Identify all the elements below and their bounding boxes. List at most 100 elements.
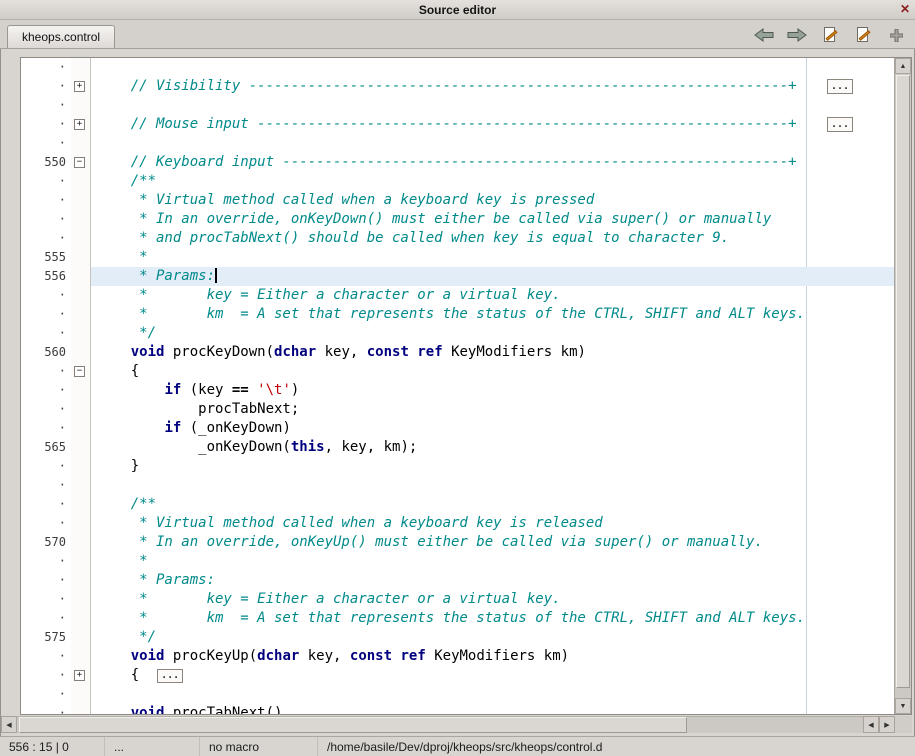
code-line[interactable]: · bbox=[21, 134, 894, 153]
code-text[interactable]: * bbox=[91, 248, 894, 267]
nav-forward-button[interactable] bbox=[786, 25, 808, 45]
code-line[interactable]: · procTabNext; bbox=[21, 400, 894, 419]
code-line[interactable]: · if (_onKeyDown) bbox=[21, 419, 894, 438]
code-text[interactable]: if (_onKeyDown) bbox=[91, 419, 894, 438]
scroll-left-button[interactable]: ◀ bbox=[1, 716, 17, 733]
code-text[interactable] bbox=[91, 685, 894, 704]
code-line[interactable]: · bbox=[21, 476, 894, 495]
code-text[interactable]: /** bbox=[91, 495, 894, 514]
code-text[interactable]: if (key == '\t') bbox=[91, 381, 894, 400]
collapsed-fold-ellipsis[interactable]: ... bbox=[827, 79, 853, 94]
fold-collapse-icon[interactable]: − bbox=[74, 157, 85, 168]
horizontal-scroll-track[interactable] bbox=[17, 716, 863, 733]
close-icon[interactable]: ✕ bbox=[900, 2, 910, 16]
code-line[interactable]: · * key = Either a character or a virtua… bbox=[21, 286, 894, 305]
code-line[interactable]: · * bbox=[21, 552, 894, 571]
code-line[interactable]: 555 * bbox=[21, 248, 894, 267]
fold-gutter-cell bbox=[71, 343, 91, 362]
code-text[interactable]: void procKeyUp(dchar key, const ref KeyM… bbox=[91, 647, 894, 666]
code-line[interactable]: · bbox=[21, 685, 894, 704]
vertical-scrollbar[interactable]: ▲ ▼ bbox=[894, 58, 911, 714]
fold-expand-icon[interactable]: + bbox=[74, 670, 85, 681]
code-text[interactable]: * key = Either a character or a virtual … bbox=[91, 286, 894, 305]
document-edit-alt-button[interactable] bbox=[852, 25, 874, 45]
code-line[interactable]: 556 * Params: bbox=[21, 267, 894, 286]
code-line[interactable]: 565 _onKeyDown(this, key, km); bbox=[21, 438, 894, 457]
code-text[interactable]: * and procTabNext() should be called whe… bbox=[91, 229, 894, 248]
code-text[interactable] bbox=[91, 58, 894, 77]
dock-handle[interactable] bbox=[885, 25, 907, 45]
titlebar[interactable]: Source editor ✕ bbox=[0, 0, 915, 20]
code-line[interactable]: ·+ // Mouse input ----------------------… bbox=[21, 115, 894, 134]
code-text[interactable]: * In an override, onKeyDown() must eithe… bbox=[91, 210, 894, 229]
document-edit-button[interactable] bbox=[819, 25, 841, 45]
code-text[interactable]: * Params: bbox=[91, 571, 894, 590]
code-text[interactable]: {... bbox=[91, 666, 894, 685]
code-text[interactable]: void procTabNext() bbox=[91, 704, 894, 714]
code-line[interactable]: · * key = Either a character or a virtua… bbox=[21, 590, 894, 609]
collapsed-fold-ellipsis[interactable]: ... bbox=[827, 117, 853, 132]
collapsed-fold-ellipsis[interactable]: ... bbox=[157, 669, 183, 683]
code-text[interactable]: * Params: bbox=[91, 267, 894, 286]
code-text[interactable] bbox=[91, 476, 894, 495]
code-text[interactable]: void procKeyDown(dchar key, const ref Ke… bbox=[91, 343, 894, 362]
code-line[interactable]: 575 */ bbox=[21, 628, 894, 647]
code-line[interactable]: · bbox=[21, 58, 894, 77]
code-line[interactable]: · } bbox=[21, 457, 894, 476]
code-line[interactable]: · void procTabNext() bbox=[21, 704, 894, 714]
code-text[interactable]: */ bbox=[91, 628, 894, 647]
fold-collapse-icon[interactable]: − bbox=[74, 366, 85, 377]
code-line[interactable]: · * km = A set that represents the statu… bbox=[21, 305, 894, 324]
scroll-right-button[interactable]: ▶ bbox=[879, 716, 895, 733]
code-text[interactable]: * Virtual method called when a keyboard … bbox=[91, 191, 894, 210]
code-line[interactable]: · if (key == '\t') bbox=[21, 381, 894, 400]
horizontal-scrollbar[interactable]: ◀ ◀ ▶ bbox=[1, 716, 912, 733]
code-line[interactable]: 550− // Keyboard input -----------------… bbox=[21, 153, 894, 172]
code-line[interactable]: · /** bbox=[21, 172, 894, 191]
code-line[interactable]: ·− { bbox=[21, 362, 894, 381]
code-line[interactable]: · * In an override, onKeyDown() must eit… bbox=[21, 210, 894, 229]
code-line[interactable]: · bbox=[21, 96, 894, 115]
code-token: // Mouse input -------------------------… bbox=[97, 116, 797, 132]
code-text[interactable]: * Virtual method called when a keyboard … bbox=[91, 514, 894, 533]
code-editor[interactable]: ··+ // Visibility ----------------------… bbox=[21, 58, 894, 714]
code-text[interactable]: _onKeyDown(this, key, km); bbox=[91, 438, 894, 457]
code-line[interactable]: · */ bbox=[21, 324, 894, 343]
fold-expand-icon[interactable]: + bbox=[74, 81, 85, 92]
code-text[interactable]: * In an override, onKeyUp() must either … bbox=[91, 533, 894, 552]
code-text[interactable]: /** bbox=[91, 172, 894, 191]
code-text[interactable]: { bbox=[91, 362, 894, 381]
nav-back-button[interactable] bbox=[753, 25, 775, 45]
code-text[interactable]: * km = A set that represents the status … bbox=[91, 609, 894, 628]
code-token: == bbox=[232, 382, 249, 398]
code-line[interactable]: · * Params: bbox=[21, 571, 894, 590]
code-line[interactable]: · void procKeyUp(dchar key, const ref Ke… bbox=[21, 647, 894, 666]
code-text[interactable]: * key = Either a character or a virtual … bbox=[91, 590, 894, 609]
code-text[interactable]: * bbox=[91, 552, 894, 571]
code-text[interactable] bbox=[91, 134, 894, 153]
fold-expand-icon[interactable]: + bbox=[74, 119, 85, 130]
code-text[interactable] bbox=[91, 96, 894, 115]
code-line[interactable]: ·+ {... bbox=[21, 666, 894, 685]
vertical-scroll-thumb[interactable] bbox=[896, 75, 910, 688]
code-line[interactable]: · * Virtual method called when a keyboar… bbox=[21, 191, 894, 210]
code-text[interactable]: * km = A set that represents the status … bbox=[91, 305, 894, 324]
scroll-left-button-right-end[interactable]: ◀ bbox=[863, 716, 879, 733]
code-text[interactable]: */ bbox=[91, 324, 894, 343]
code-text[interactable]: // Keyboard input ----------------------… bbox=[91, 153, 894, 172]
scroll-up-button[interactable]: ▲ bbox=[895, 58, 911, 74]
code-line[interactable]: · /** bbox=[21, 495, 894, 514]
scroll-down-button[interactable]: ▼ bbox=[895, 698, 911, 714]
code-line[interactable]: · * km = A set that represents the statu… bbox=[21, 609, 894, 628]
code-text[interactable]: } bbox=[91, 457, 894, 476]
code-line[interactable]: 570 * In an override, onKeyUp() must eit… bbox=[21, 533, 894, 552]
code-text[interactable]: procTabNext; bbox=[91, 400, 894, 419]
code-line[interactable]: ·+ // Visibility -----------------------… bbox=[21, 77, 894, 96]
code-text[interactable]: // Mouse input -------------------------… bbox=[91, 115, 894, 134]
code-line[interactable]: · * Virtual method called when a keyboar… bbox=[21, 514, 894, 533]
code-line[interactable]: 560 void procKeyDown(dchar key, const re… bbox=[21, 343, 894, 362]
code-line[interactable]: · * and procTabNext() should be called w… bbox=[21, 229, 894, 248]
tab-kheops-control[interactable]: kheops.control bbox=[7, 25, 115, 48]
horizontal-scroll-thumb[interactable] bbox=[19, 717, 687, 733]
code-text[interactable]: // Visibility --------------------------… bbox=[91, 77, 894, 96]
